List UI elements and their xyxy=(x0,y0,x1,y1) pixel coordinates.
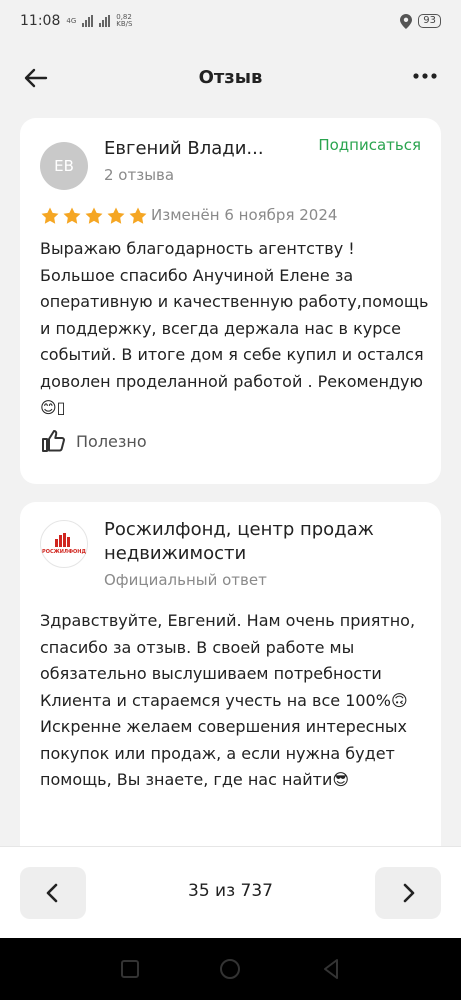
review-text: Выражаю благодарность агентству ! Большо… xyxy=(40,239,429,417)
home-icon[interactable] xyxy=(218,957,242,981)
system-nav-bar xyxy=(0,938,461,1000)
more-dots-icon xyxy=(413,73,437,79)
back-nav-icon[interactable] xyxy=(319,957,343,981)
arrow-left-icon xyxy=(24,68,48,88)
back-button[interactable] xyxy=(22,64,50,92)
company-logo: РОСЖИЛФОНД xyxy=(40,520,88,568)
reply-text: Здравствуйте, Евгений. Нам очень приятно… xyxy=(40,611,416,789)
network-speed: 0,82 KB/S xyxy=(116,14,132,28)
star-icon xyxy=(107,207,125,224)
official-reply-card: РОСЖИЛФОНД Росжилфонд, центр продаж недв… xyxy=(20,502,441,862)
review-card: ЕВ Евгений Влади... 2 отзыва Подписаться… xyxy=(20,118,441,484)
rating-stars xyxy=(40,206,148,226)
logo-text: РОСЖИЛФОНД xyxy=(42,549,86,555)
chevron-right-icon xyxy=(403,883,415,903)
edited-date: Изменён 6 ноября 2024 xyxy=(151,206,338,224)
next-review-button[interactable] xyxy=(375,867,441,919)
pager-bar: 35 из 737 xyxy=(0,846,461,938)
subscribe-button[interactable]: Подписаться xyxy=(318,136,421,154)
avatar[interactable]: ЕВ xyxy=(40,142,88,190)
star-icon xyxy=(41,207,59,224)
signal-icon xyxy=(82,15,94,27)
star-icon xyxy=(63,207,81,224)
star-icon xyxy=(129,207,147,224)
network-type-badge: 4G xyxy=(66,16,77,25)
author-name[interactable]: Евгений Влади... xyxy=(104,138,264,159)
battery-indicator: 93 xyxy=(418,14,441,28)
location-icon xyxy=(400,13,413,29)
official-reply-label: Официальный ответ xyxy=(104,571,267,589)
status-left: 11:08 4G 0,82 KB/S xyxy=(20,13,132,29)
status-bar: 11:08 4G 0,82 KB/S 93 xyxy=(0,0,461,42)
recent-apps-icon[interactable] xyxy=(118,957,142,981)
status-time: 11:08 xyxy=(20,13,61,29)
thumb-up-icon xyxy=(42,430,65,452)
signal-icon-2 xyxy=(99,15,111,27)
page-title: Отзыв xyxy=(198,66,263,88)
app-header: Отзыв xyxy=(0,42,461,112)
network-speed-unit: KB/S xyxy=(116,20,133,28)
helpful-label: Полезно xyxy=(76,431,147,451)
author-review-count: 2 отзыва xyxy=(104,166,175,184)
helpful-button[interactable]: Полезно xyxy=(40,428,147,454)
more-button[interactable] xyxy=(411,66,439,86)
star-icon xyxy=(85,207,103,224)
status-right: 93 xyxy=(400,13,441,29)
building-icon xyxy=(55,533,73,547)
company-name[interactable]: Росжилфонд, центр продаж недвижимости xyxy=(104,518,424,566)
